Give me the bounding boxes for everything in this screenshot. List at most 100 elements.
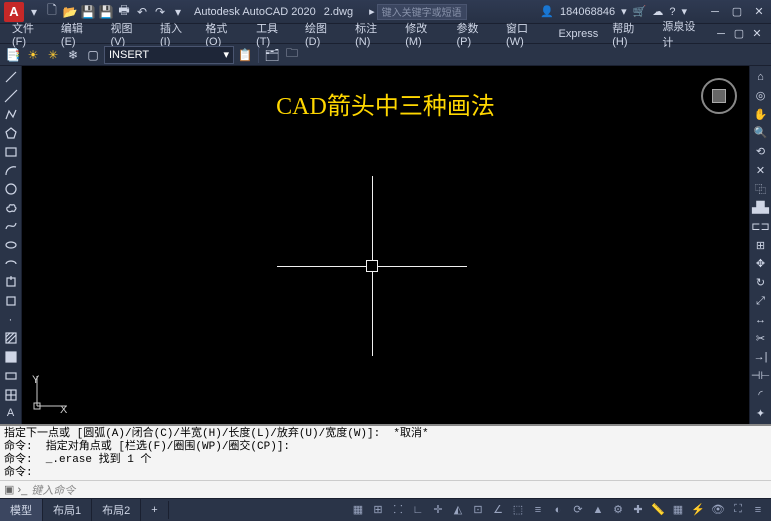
doc-restore-button[interactable]: ▢ xyxy=(731,27,747,41)
layer-properties-icon[interactable]: 📑 xyxy=(4,46,22,64)
menu-window[interactable]: 窗口(W) xyxy=(500,18,550,50)
modify-toolbar: ⌂ ◎ ✋ 🔍 ⟲ ✕ ⿻ ▟▙ ⊏⊐ ⊞ ✥ ↻ ⤢ ↔ ✂ →| ⊣⊢ ◜ … xyxy=(749,66,771,424)
appstore-icon[interactable]: 🛒 xyxy=(633,5,647,18)
signin-icon[interactable]: 👤 xyxy=(540,5,554,18)
drawing-canvas[interactable]: CAD箭头中三种画法 Y X xyxy=(22,66,749,424)
command-history[interactable]: 指定下一点或 [圆弧(A)/闭合(C)/半宽(H)/长度(L)/放弃(U)/宽度… xyxy=(0,424,771,480)
erase-tool[interactable]: ✕ xyxy=(752,161,770,179)
selection-cycling-toggle[interactable]: ⟳ xyxy=(569,501,587,519)
navigation-compass[interactable] xyxy=(701,78,737,114)
osnap-toggle[interactable]: ⊡ xyxy=(469,501,487,519)
autosnap-toggle[interactable]: ∠ xyxy=(489,501,507,519)
clean-screen-icon[interactable]: ⛶ xyxy=(729,501,747,519)
layer-state-2-icon[interactable]: ✳ xyxy=(44,46,62,64)
menu-express[interactable]: Express xyxy=(553,26,605,42)
quick-properties-icon[interactable]: ▦ xyxy=(669,501,687,519)
menu-parametric[interactable]: 参数(P) xyxy=(451,18,499,50)
line-tool[interactable] xyxy=(2,68,20,86)
circle-tool[interactable] xyxy=(2,180,20,198)
layer-swatch-icon[interactable]: ▢ xyxy=(84,46,102,64)
tab-model[interactable]: 模型 xyxy=(0,499,43,521)
hardware-accel-icon[interactable]: ⚡ xyxy=(689,501,707,519)
construction-line-tool[interactable] xyxy=(2,87,20,105)
user-id[interactable]: 184068846 xyxy=(560,6,615,18)
make-block-tool[interactable] xyxy=(2,292,20,310)
menu-dimension[interactable]: 标注(N) xyxy=(349,18,397,50)
snap-mode-toggle[interactable]: ⸬ xyxy=(389,501,407,519)
stretch-tool[interactable]: ↔ xyxy=(752,311,770,329)
array-tool[interactable]: ⊞ xyxy=(752,236,770,254)
lineweight-toggle[interactable]: ≡ xyxy=(529,501,547,519)
menu-modify[interactable]: 修改(M) xyxy=(399,18,448,50)
command-input[interactable]: ▣ ›_ 键入命令 xyxy=(0,480,771,498)
units-icon[interactable]: 📏 xyxy=(649,501,667,519)
layer-walk-icon[interactable]: 🗀 xyxy=(283,46,301,64)
command-placeholder: 键入命令 xyxy=(31,482,75,498)
transparency-toggle[interactable]: ◐ xyxy=(549,501,567,519)
hatch-tool[interactable] xyxy=(2,330,20,348)
model-space-toggle[interactable]: ▦ xyxy=(349,501,367,519)
workspace-switch-icon[interactable]: ⚙ xyxy=(609,501,627,519)
viewcube-icon xyxy=(712,89,726,103)
annotation-scale-toggle[interactable]: ▲ xyxy=(589,501,607,519)
annotation-monitor-icon[interactable]: ✚ xyxy=(629,501,647,519)
table-tool[interactable] xyxy=(2,386,20,404)
fillet-tool[interactable]: ◜ xyxy=(752,386,770,404)
nav-home-icon[interactable]: ⌂ xyxy=(752,68,770,86)
workspace: · A CAD箭头中三种画法 Y X ⌂ ◎ ✋ 🔍 ⟲ ✕ ⿻ ▟▙ ⊏⊐ ⊞… xyxy=(0,66,771,424)
gradient-tool[interactable] xyxy=(2,348,20,366)
search-caret-icon: ▸ xyxy=(369,5,375,18)
move-tool[interactable]: ✥ xyxy=(752,255,770,273)
menu-draw[interactable]: 绘图(D) xyxy=(299,18,347,50)
user-dropdown-icon[interactable]: ▾ xyxy=(621,5,627,18)
app-title: Autodesk AutoCAD 2020 xyxy=(194,6,316,18)
grid-toggle[interactable]: ⊞ xyxy=(369,501,387,519)
customization-icon[interactable]: ≡ xyxy=(749,501,767,519)
tab-add[interactable]: + xyxy=(141,501,168,519)
menu-yuanquan[interactable]: 源泉设计 xyxy=(656,16,711,52)
isolate-objects-icon[interactable]: 👁 xyxy=(709,501,727,519)
copy-tool[interactable]: ⿻ xyxy=(752,180,770,198)
spline-tool[interactable] xyxy=(2,218,20,236)
insert-block-tool[interactable] xyxy=(2,274,20,292)
rotate-tool[interactable]: ↻ xyxy=(752,274,770,292)
orbit-icon[interactable]: ⟲ xyxy=(752,143,770,161)
doc-close-button[interactable]: ✕ xyxy=(749,27,765,41)
extend-tool[interactable]: →| xyxy=(752,348,770,366)
restore-button[interactable]: ▢ xyxy=(729,5,745,19)
break-tool[interactable]: ⊣⊢ xyxy=(752,367,770,385)
ucs-x-label: X xyxy=(60,404,67,416)
pan-icon[interactable]: ✋ xyxy=(752,105,770,123)
point-tool[interactable]: · xyxy=(2,311,20,329)
close-button[interactable]: ✕ xyxy=(751,5,767,19)
rectangle-tool[interactable] xyxy=(2,143,20,161)
polygon-tool[interactable] xyxy=(2,124,20,142)
tab-layout2[interactable]: 布局2 xyxy=(92,499,141,521)
menu-help[interactable]: 帮助(H) xyxy=(606,18,654,50)
zoom-extents-icon[interactable]: 🔍 xyxy=(752,124,770,142)
layer-dropdown[interactable]: INSERT ▾ xyxy=(104,46,234,64)
offset-tool[interactable]: ⊏⊐ xyxy=(752,218,770,236)
explode-tool[interactable]: ✦ xyxy=(752,404,770,422)
scale-tool[interactable]: ⤢ xyxy=(752,292,770,310)
osnap-3d-toggle[interactable]: ⬚ xyxy=(509,501,527,519)
isodraft-toggle[interactable]: ◭ xyxy=(449,501,467,519)
mtext-tool[interactable]: A xyxy=(2,404,20,422)
polar-toggle[interactable]: ✛ xyxy=(429,501,447,519)
ortho-toggle[interactable]: ∟ xyxy=(409,501,427,519)
layer-freeze-icon[interactable]: ❄ xyxy=(64,46,82,64)
ellipse-tool[interactable] xyxy=(2,236,20,254)
revision-cloud-tool[interactable] xyxy=(2,199,20,217)
ellipse-arc-tool[interactable] xyxy=(2,255,20,273)
nav-wheel-icon[interactable]: ◎ xyxy=(752,87,770,105)
layer-match-icon[interactable]: 📋 xyxy=(236,46,254,64)
mirror-tool[interactable]: ▟▙ xyxy=(752,199,770,217)
region-tool[interactable] xyxy=(2,367,20,385)
layer-state-1-icon[interactable]: ☀ xyxy=(24,46,42,64)
arc-tool[interactable] xyxy=(2,161,20,179)
polyline-tool[interactable] xyxy=(2,105,20,123)
tab-layout1[interactable]: 布局1 xyxy=(43,499,92,521)
doc-minimize-button[interactable]: ─ xyxy=(713,27,729,41)
layer-previous-icon[interactable]: 🗂 xyxy=(263,46,281,64)
trim-tool[interactable]: ✂ xyxy=(752,330,770,348)
